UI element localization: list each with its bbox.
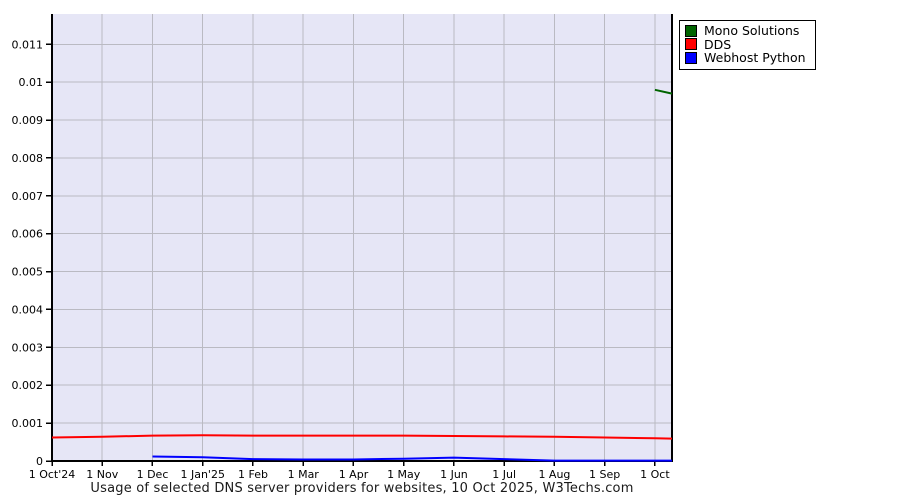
x-tick-label: 1 Oct <box>640 468 670 481</box>
legend-item-mono-solutions: Mono Solutions <box>685 24 806 38</box>
x-tick-label: 1 Feb <box>238 468 268 481</box>
y-tick-label: 0.002 <box>12 379 44 392</box>
chart-canvas: 0 0.001 0.002 0.003 0.004 0.005 0.006 0.007 0.00… <box>12 14 673 481</box>
y-tick-label: 0.009 <box>12 114 44 127</box>
chart-caption: Usage of selected DNS server providers f… <box>90 481 634 496</box>
y-tick-label: 0.003 <box>12 341 44 354</box>
x-tick-label: 1 Jun <box>440 468 468 481</box>
x-tick-label: 1 Jan'25 <box>180 468 224 481</box>
legend: Mono Solutions DDS Webhost Python <box>679 20 816 70</box>
x-tick-label: 1 Nov <box>86 468 118 481</box>
x-tick-label: 1 Oct'24 <box>29 468 76 481</box>
y-tick-label: 0.007 <box>12 190 44 203</box>
x-tick-label: 1 Jul <box>492 468 516 481</box>
legend-color-swatch <box>685 38 697 51</box>
legend-label: Webhost Python <box>704 50 806 65</box>
x-tick-label: 1 Sep <box>589 468 620 481</box>
y-tick-label: 0.008 <box>12 152 44 165</box>
x-tick-label: 1 Apr <box>339 468 369 481</box>
y-tick-label: 0.01 <box>19 76 44 89</box>
legend-item-webhost-python: Webhost Python <box>685 51 806 65</box>
y-tick-label: 0.006 <box>12 228 44 241</box>
w3techs-usage-chart: 0 0.001 0.002 0.003 0.004 0.005 0.006 0.007 0.00… <box>0 0 900 500</box>
legend-color-swatch <box>685 24 697 37</box>
x-tick-label: 1 Mar <box>288 468 320 481</box>
y-tick-label: 0 <box>36 455 43 468</box>
legend-label: Mono Solutions <box>704 23 800 38</box>
plot-background <box>52 14 672 461</box>
y-tick-label: 0.004 <box>12 303 44 316</box>
legend-color-swatch <box>685 51 697 64</box>
y-tick-label: 0.011 <box>12 38 44 51</box>
legend-item-dds: DDS <box>685 36 806 52</box>
x-tick-label: 1 Aug <box>538 468 570 481</box>
y-tick-label: 0.001 <box>12 417 44 430</box>
legend-label: DDS <box>704 36 732 52</box>
y-tick-label: 0.005 <box>12 266 44 279</box>
x-tick-label: 1 May <box>387 468 421 481</box>
x-tick-label: 1 Dec <box>137 468 169 481</box>
